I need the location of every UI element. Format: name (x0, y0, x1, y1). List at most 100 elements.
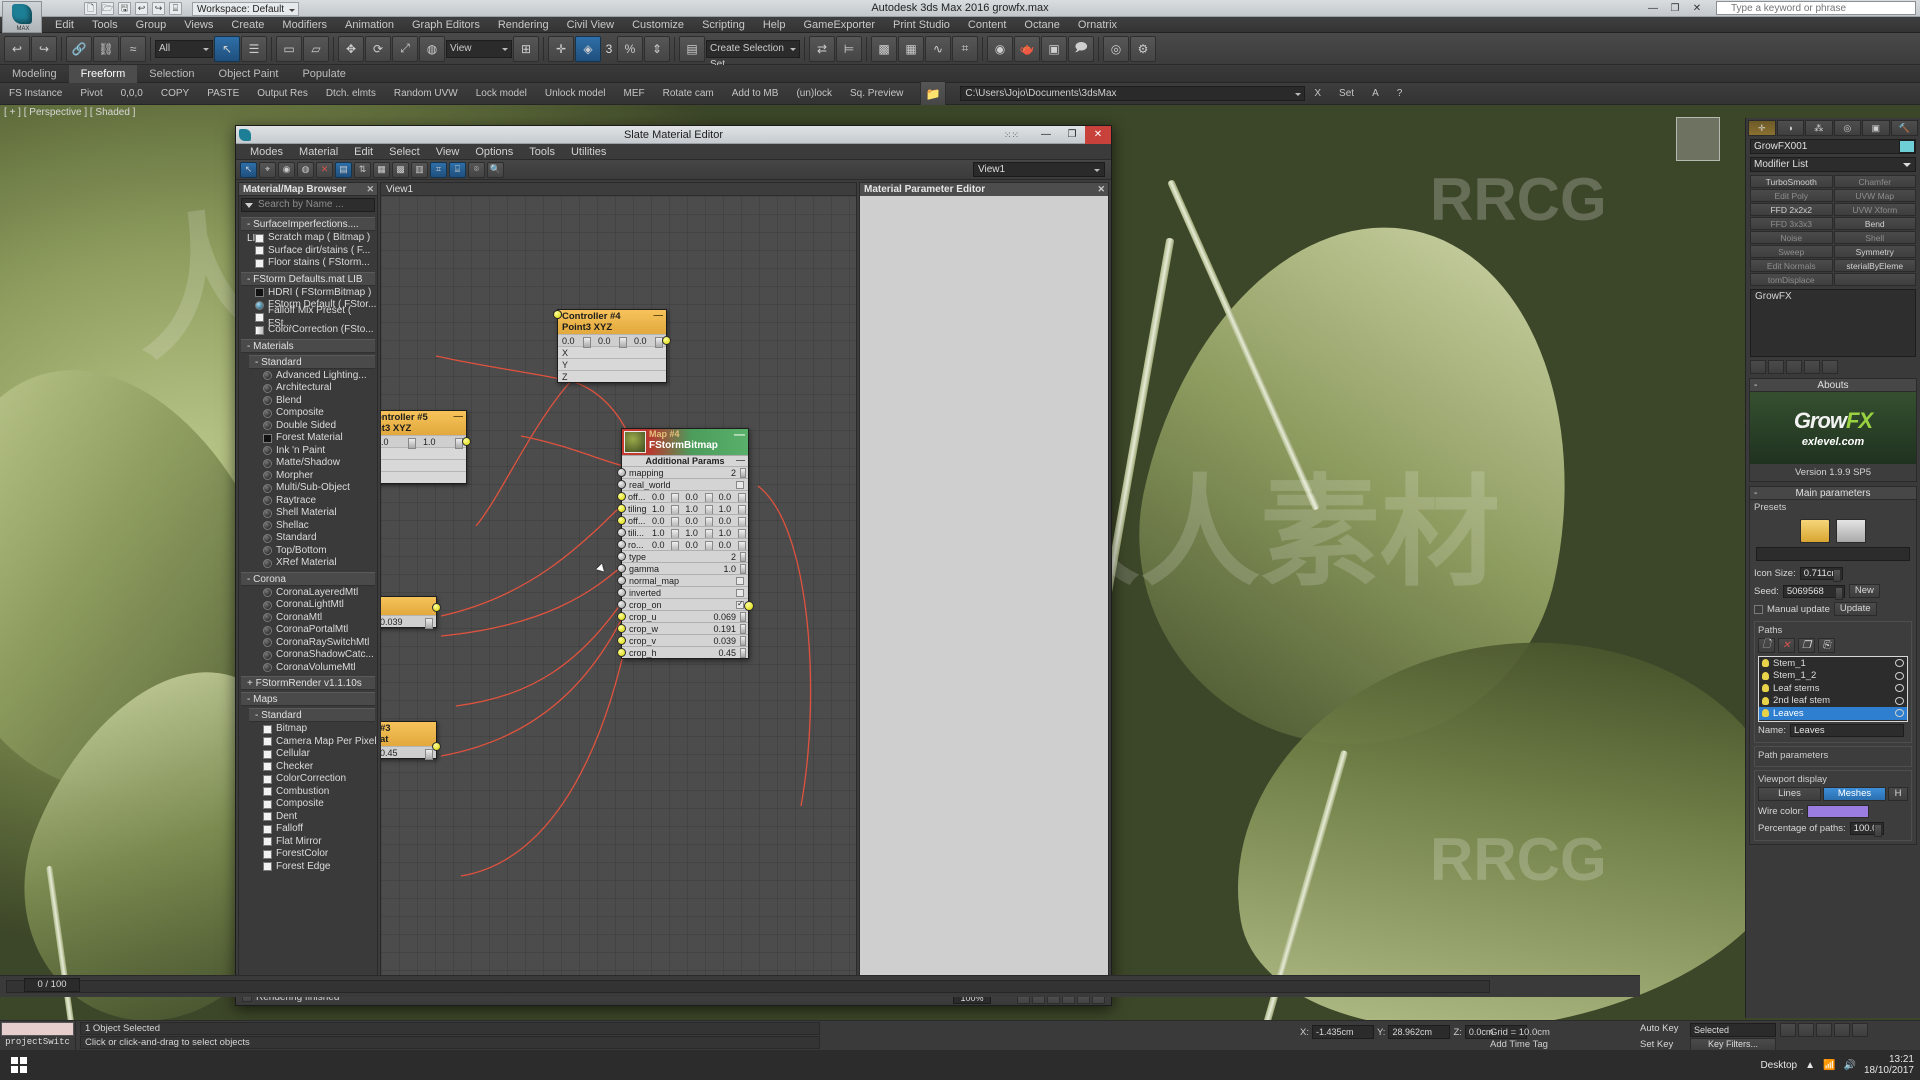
param-row[interactable]: crop_on (617, 598, 748, 610)
slate-menu-material[interactable]: Material (291, 144, 346, 160)
material-thumbnail[interactable] (624, 431, 646, 453)
browser-group-fstorm[interactable]: + FStormRender v1.1.10s (241, 676, 375, 690)
param-value[interactable]: 1.0 (648, 504, 681, 517)
menu-item-ornatrix[interactable]: Ornatrix (1069, 17, 1126, 33)
path-parameters-group[interactable]: Path parameters (1754, 746, 1912, 767)
node-canvas[interactable]: View1 Controller #4 Point3 XYZ — 0.0 0.0… (380, 182, 857, 987)
slate-menu-options[interactable]: Options (467, 144, 521, 160)
param-port[interactable] (617, 564, 626, 573)
node-value-row[interactable]: 0.0 0.0 0.0 (558, 334, 666, 348)
output-port[interactable] (462, 437, 471, 446)
output-port[interactable] (662, 336, 671, 345)
new-seed-button[interactable]: New (1848, 584, 1880, 598)
param-value[interactable]: 0.0 (681, 492, 714, 505)
snap-toggle-button[interactable]: ✛ (548, 35, 574, 62)
node-header[interactable]: Map #4 FStormBitmap — (622, 429, 748, 455)
node-minimize-icon[interactable]: — (734, 429, 745, 441)
script-btn-output-res[interactable]: Output Res (248, 83, 317, 105)
param-row[interactable]: inverted (617, 586, 748, 598)
browser-item[interactable]: Flat Mirror (239, 836, 377, 849)
path-list-item[interactable]: Leaves (1759, 707, 1907, 720)
named-selection-combo[interactable]: Create Selection Set (706, 39, 800, 70)
coord-y-field[interactable]: 28.962cm (1388, 1025, 1451, 1039)
menu-item-animation[interactable]: Animation (336, 17, 403, 33)
redo-icon[interactable]: ↪ (152, 2, 165, 15)
render-frame-button[interactable]: ▣ (1041, 35, 1067, 62)
slate-minimize-icon[interactable]: — (1033, 126, 1059, 144)
menu-item-octane[interactable]: Octane (1015, 17, 1068, 33)
slate-menu-view[interactable]: View (428, 144, 468, 160)
previous-frame-icon[interactable] (1798, 1023, 1814, 1037)
browser-item[interactable]: CoronaPortalMtl (239, 624, 377, 637)
modifier-stack[interactable]: GrowFX (1750, 289, 1916, 357)
project-switcher[interactable]: projectSwitc (0, 1021, 76, 1051)
percent-snap-button[interactable]: % (617, 35, 643, 62)
tray-arrow-icon[interactable]: ▲ (1805, 1060, 1815, 1071)
paths-toolbar[interactable]: 🗋 ✕ ❐ ⎘ (1758, 638, 1908, 653)
browser-item[interactable]: Shellac (239, 520, 377, 533)
window-controls[interactable]: — ❐ ✕ (1642, 0, 1708, 17)
percentage-row[interactable]: Percentage of paths: 100.0 (1758, 820, 1908, 837)
seed-row[interactable]: Seed: 5069568 New (1750, 582, 1916, 600)
manual-update-row[interactable]: Manual update Update (1750, 600, 1916, 618)
path-name-row[interactable]: Name: Leaves (1758, 722, 1908, 739)
path-btn-set[interactable]: Set (1330, 83, 1363, 105)
param-row[interactable]: type 2 (617, 550, 748, 562)
script-btn-add-to-mb[interactable]: Add to MB (723, 83, 788, 105)
visibility-eye-icon[interactable] (1895, 684, 1904, 692)
path-btn-help[interactable]: ? (1388, 83, 1412, 105)
project-switcher-swatch[interactable] (1, 1022, 74, 1036)
play-icon[interactable] (1816, 1023, 1832, 1037)
spinner-snap-button[interactable]: ⇕ (644, 35, 670, 62)
browser-item[interactable]: Scratch map ( Bitmap ) (239, 232, 377, 245)
slate-maximize-icon[interactable]: ❐ (1059, 126, 1085, 144)
slate-menu-edit[interactable]: Edit (346, 144, 381, 160)
browser-item[interactable]: Cellular (239, 748, 377, 761)
menu-item-civil-view[interactable]: Civil View (558, 17, 623, 33)
param-row[interactable]: real_world (617, 478, 748, 490)
param-value[interactable]: 0.0 (715, 492, 748, 505)
select-rotate-button[interactable]: ⟳ (365, 35, 391, 62)
selection-filter-combo[interactable]: All (155, 39, 213, 58)
main-toolbar[interactable]: ↩ ↪ 🔗 ⛓ ≈ All ↖ ☰ ▭ ▱ ✥ ⟳ ⤢ ◍ View ⊞ ✛ ◈… (0, 33, 1920, 70)
set-project-icon[interactable]: ⌸ (169, 2, 182, 15)
browser-group-maps[interactable]: - Maps (241, 692, 375, 706)
go-to-end-icon[interactable] (1852, 1023, 1868, 1037)
param-port[interactable] (617, 480, 626, 489)
modifier-button-chamfer[interactable]: Chamfer (1833, 175, 1916, 188)
modifier-button-noise[interactable]: Noise (1750, 231, 1833, 244)
param-row[interactable]: crop_w 0.191 (617, 622, 748, 634)
param-port[interactable] (617, 624, 626, 633)
canvas-grid[interactable]: Controller #4 Point3 XYZ — 0.0 0.0 0.0 X (381, 196, 856, 986)
assign-material-button[interactable]: ◉ (278, 161, 295, 178)
modifier-button-tomdisplace[interactable]: tomDisplace (1750, 273, 1833, 286)
percentage-input[interactable]: 100.0 (1849, 822, 1884, 837)
undo-icon[interactable]: ↩ (135, 2, 148, 15)
reference-coordinate-combo[interactable]: View (446, 39, 512, 58)
configure-modifier-sets-icon[interactable] (1822, 360, 1838, 374)
meshes-toggle[interactable]: Meshes (1823, 787, 1886, 801)
browser-item[interactable]: Falloff (239, 823, 377, 836)
browser-item[interactable]: HDRI ( FStormBitmap ) (239, 287, 377, 300)
browser-item[interactable]: Surface dirt/stains ( F... (239, 245, 377, 258)
slate-title-bar[interactable]: Slate Material Editor ⁙⁙ — ❐ ✕ (236, 126, 1111, 144)
param-spinner[interactable] (740, 552, 746, 562)
node-value[interactable]: 0.45 (381, 748, 436, 760)
param-port[interactable] (617, 600, 626, 609)
load-preset-icon[interactable] (1800, 519, 1830, 543)
open-file-icon[interactable]: 🗁 (101, 2, 114, 15)
browser-item[interactable]: Multi/Sub-Object (239, 482, 377, 495)
browser-group-standard[interactable]: - Standard (249, 354, 375, 369)
ribbon-tab-freeform[interactable]: Freeform (68, 64, 138, 83)
output-port[interactable] (432, 742, 441, 751)
param-spinner[interactable] (740, 612, 746, 622)
unlink-button[interactable]: ⛓ (93, 35, 119, 62)
main-parameters-rollout[interactable]: - Main parameters Presets Icon Size: 0.7… (1749, 486, 1917, 845)
hierarchy-tab[interactable]: ⁂ (1805, 120, 1833, 136)
node-controller-4[interactable]: Controller #4 Point3 XYZ — 0.0 0.0 0.0 X (553, 309, 671, 383)
browser-list[interactable]: - SurfaceImperfections.... LIBScratch ma… (239, 215, 377, 986)
menu-item-customize[interactable]: Customize (623, 17, 693, 33)
browser-item[interactable]: Ink 'n Paint (239, 445, 377, 458)
angle-snap-button[interactable]: ◈ (575, 35, 601, 62)
minimize-icon[interactable]: — (1642, 0, 1664, 17)
